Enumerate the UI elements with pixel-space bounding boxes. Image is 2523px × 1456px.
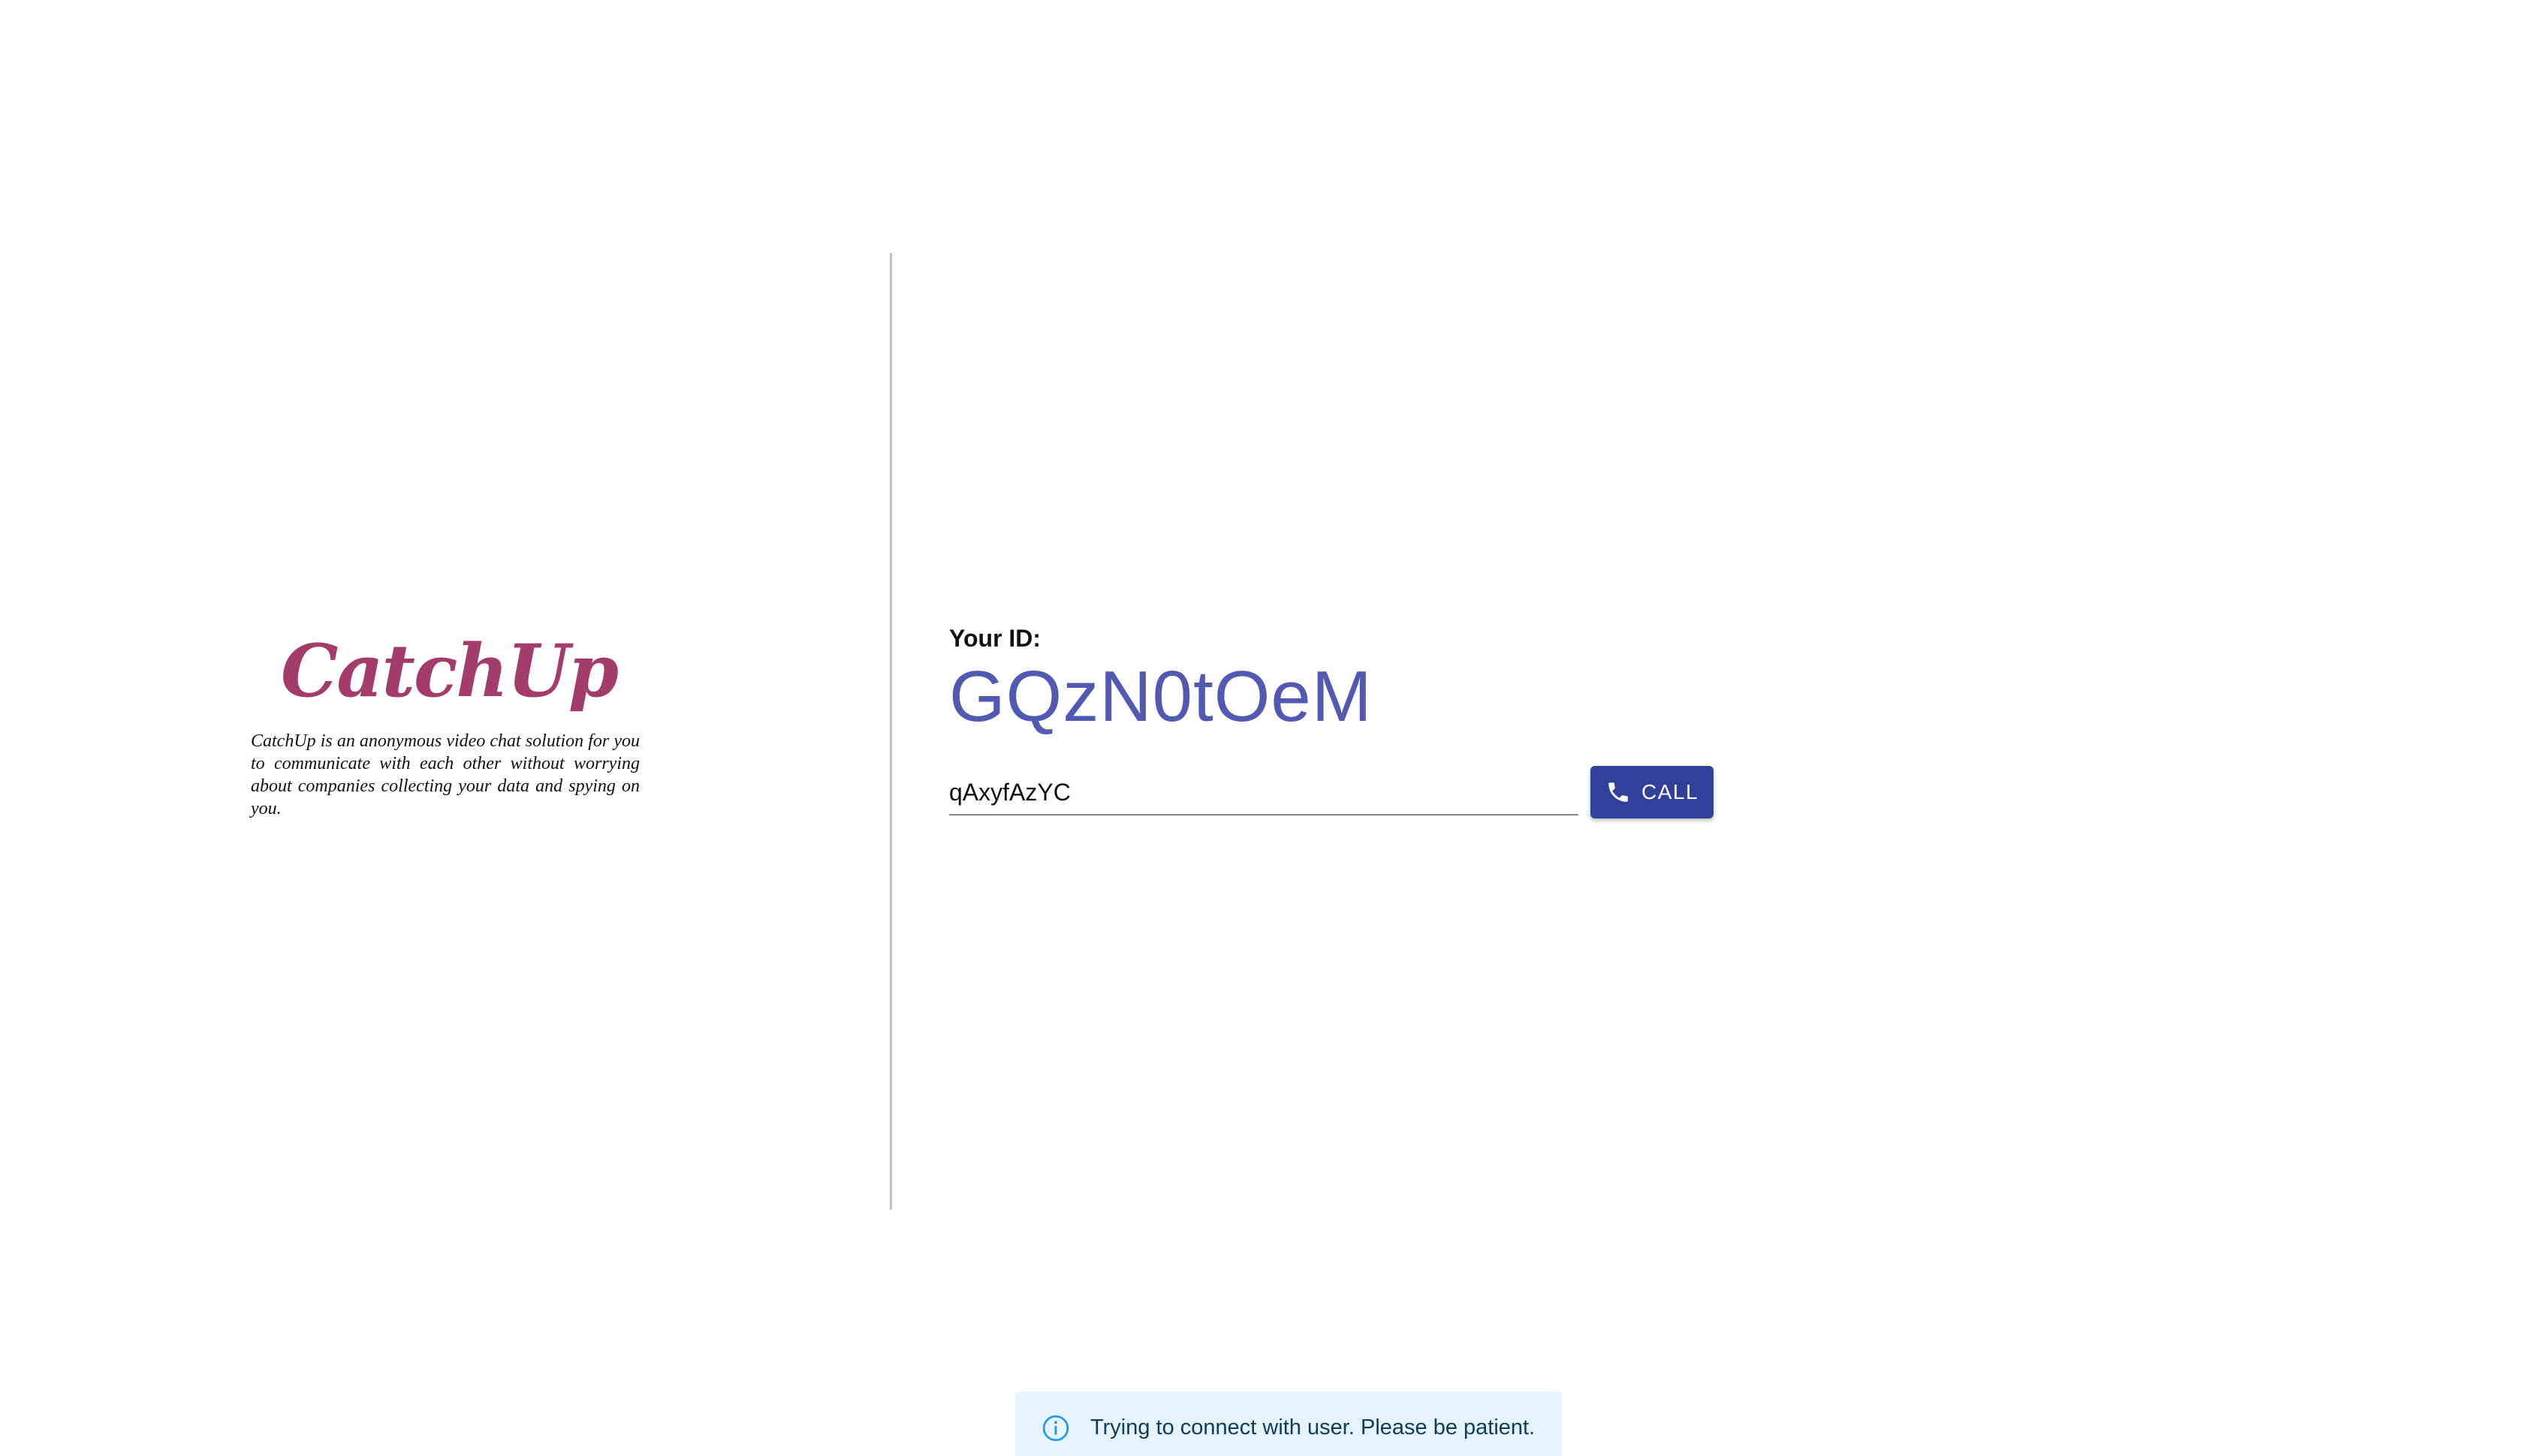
info-icon [1041,1413,1071,1443]
call-button-label: CALL [1641,780,1699,803]
brand-logo: CatchUp [281,629,619,713]
peer-id-input[interactable] [949,770,1578,815]
call-button[interactable]: CALL [1590,766,1714,818]
your-id-label: Your ID: [949,625,1041,652]
brand-panel: CatchUp CatchUp is an anonymous video ch… [251,635,640,820]
brand-description: CatchUp is an anonymous video chat solut… [251,731,640,818]
phone-icon [1605,779,1631,805]
vertical-divider [890,253,892,1210]
toast-message: Trying to connect with user. Please be p… [1090,1415,1536,1439]
connect-panel: Your ID: GQzN0tOeM CALL [949,626,1730,826]
your-id-value: GQzN0tOeM [949,656,1373,737]
app-page: CatchUp CatchUp is an anonymous video ch… [0,0,2523,1456]
call-row: CALL [949,766,1730,826]
info-toast: Trying to connect with user. Please be p… [1015,1391,1562,1456]
